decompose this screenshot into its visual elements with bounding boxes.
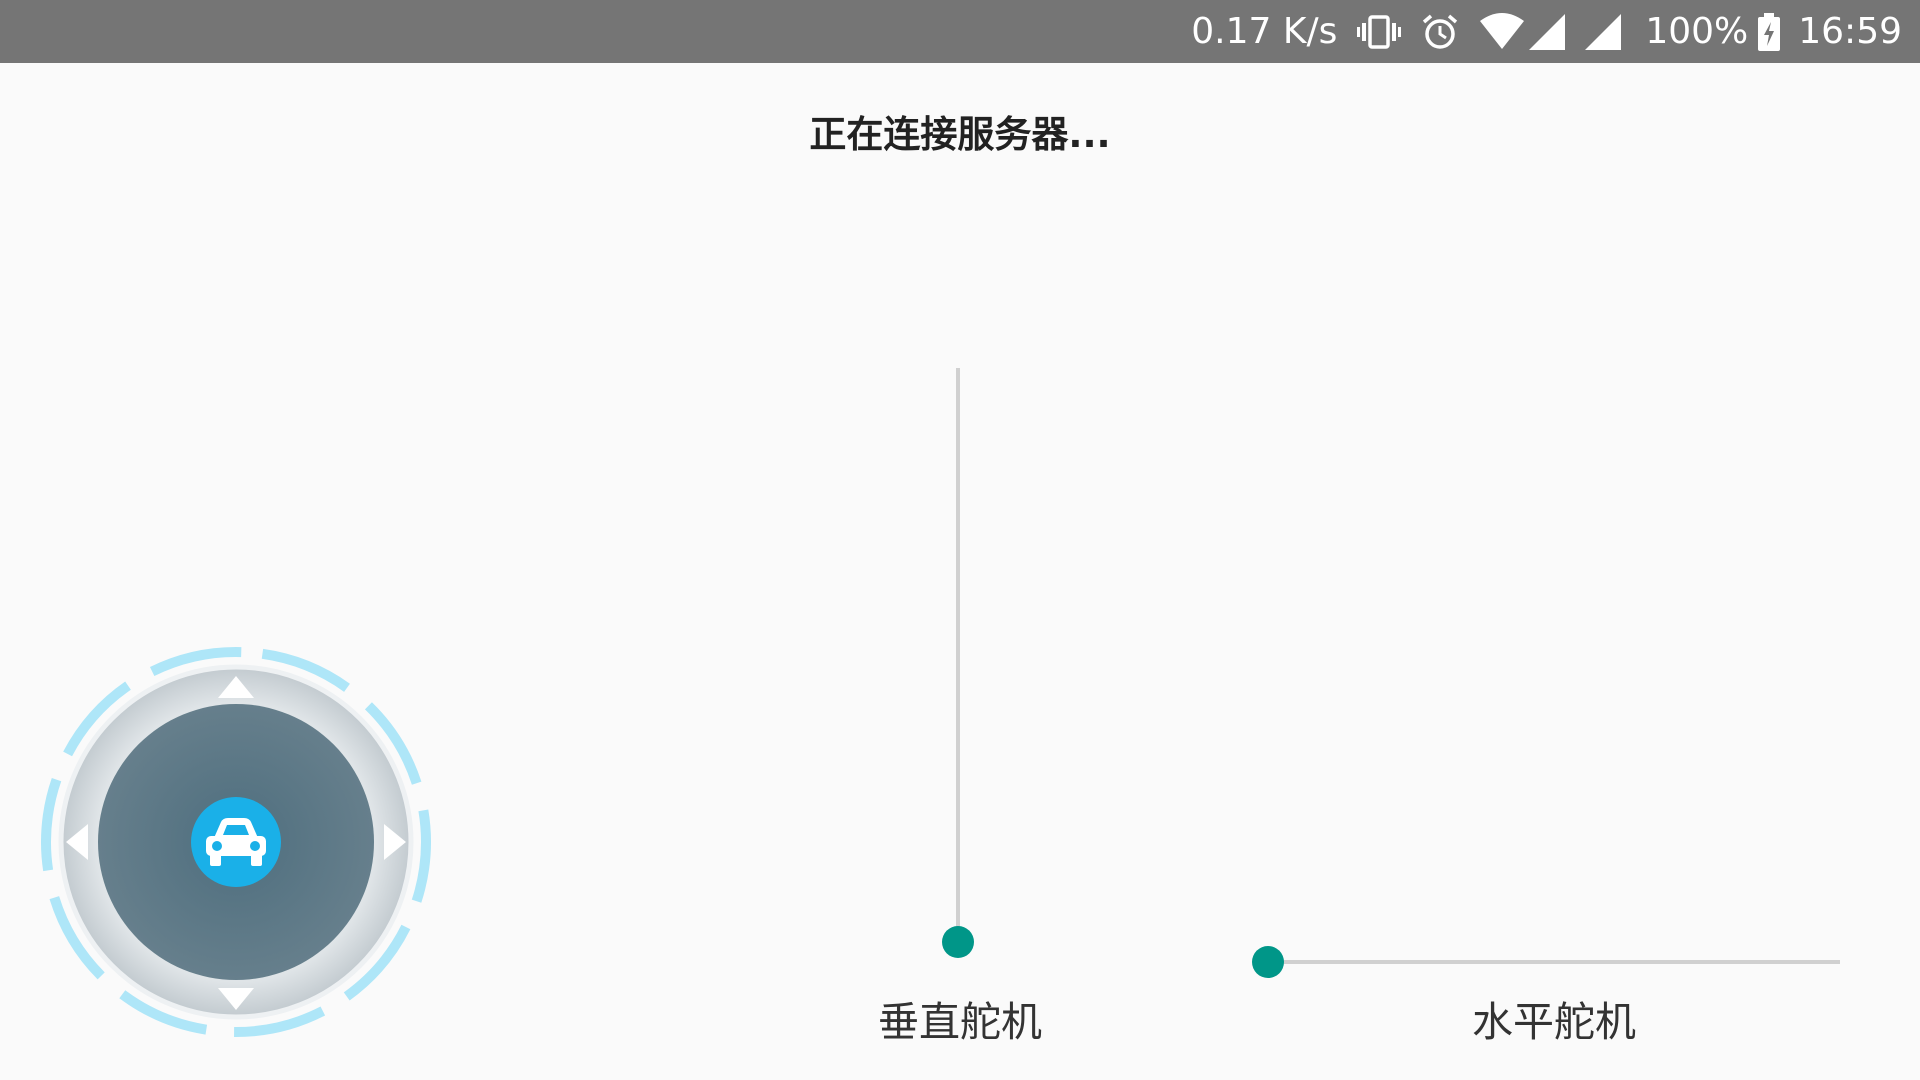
- vertical-servo-slider[interactable]: [938, 368, 978, 964]
- wifi-icon: [1479, 12, 1525, 51]
- signal-icon: [1585, 13, 1622, 50]
- signal-icon: [1529, 13, 1566, 50]
- alarm-icon: [1421, 13, 1459, 51]
- horizontal-slider-thumb[interactable]: [1252, 946, 1284, 978]
- vertical-servo-label: 垂直舵机: [878, 998, 1042, 1046]
- clock-time: 16:59: [1798, 11, 1902, 52]
- direction-joystick[interactable]: [40, 646, 432, 1038]
- car-icon[interactable]: [191, 797, 281, 887]
- horizontal-servo-label: 水平舵机: [1472, 998, 1636, 1046]
- horizontal-servo-slider[interactable]: [1248, 942, 1842, 982]
- horizontal-slider-track[interactable]: [1270, 960, 1840, 964]
- net-speed: 0.17 K/s: [1191, 11, 1338, 52]
- battery-charging-icon: [1758, 12, 1781, 51]
- vertical-slider-track[interactable]: [956, 368, 960, 942]
- connection-status-title: 正在连接服务器...: [809, 113, 1111, 156]
- battery-level: 100%: [1645, 11, 1749, 52]
- vibrate-icon: [1357, 14, 1402, 50]
- vertical-slider-thumb[interactable]: [942, 926, 974, 958]
- status-bar: 0.17 K/s 100% 16:59: [0, 0, 1920, 63]
